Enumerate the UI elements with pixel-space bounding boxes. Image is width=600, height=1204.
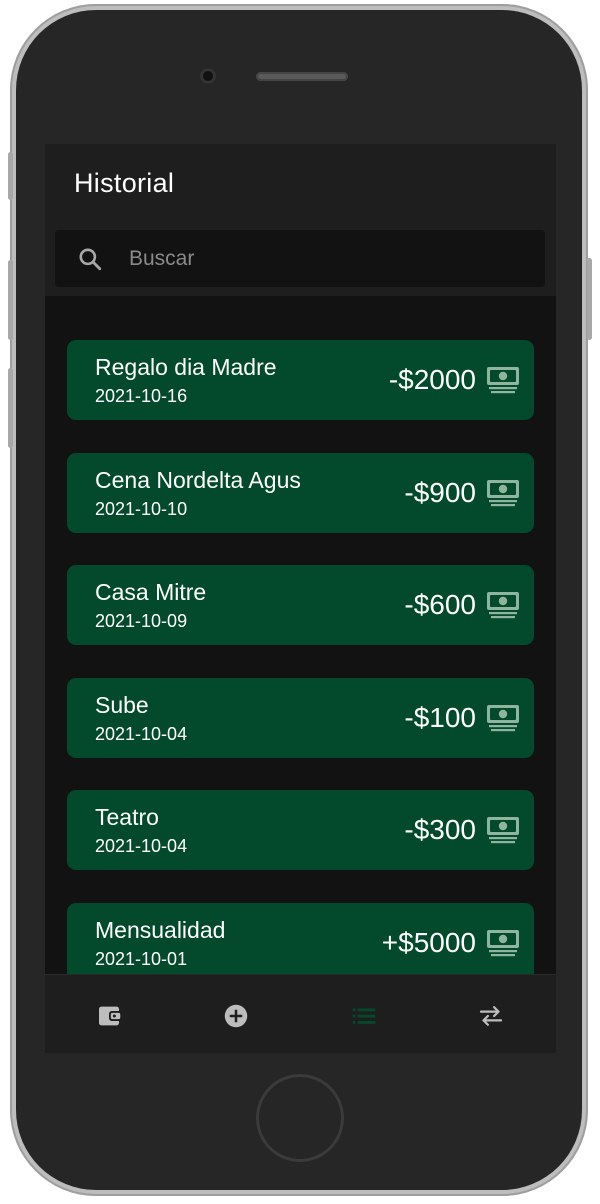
- transaction-card[interactable]: Regalo dia Madre 2021-10-16 -$2000: [67, 340, 534, 420]
- transaction-date: 2021-10-16: [95, 386, 188, 406]
- money-icon: [487, 930, 519, 957]
- transaction-card[interactable]: Cena Nordelta Agus 2021-10-10 -$900: [67, 452, 534, 533]
- home-button[interactable]: [256, 1074, 344, 1162]
- nav-transfer[interactable]: [427, 975, 554, 1053]
- nav-add[interactable]: [172, 975, 299, 1053]
- front-camera: [200, 68, 216, 84]
- transaction-title: Cena Nordelta Agus: [95, 466, 301, 493]
- wallet-icon: [99, 1006, 121, 1026]
- transaction-amount: -$2000: [388, 364, 476, 395]
- transaction-date: 2021-10-01: [95, 949, 188, 969]
- search-input[interactable]: [129, 230, 529, 287]
- list-icon: [352, 1008, 376, 1024]
- transaction-amount: +$5000: [381, 927, 476, 958]
- power-button: [587, 258, 592, 340]
- transaction-date: 2021-10-04: [95, 836, 188, 857]
- transaction-date: 2021-10-10: [95, 498, 188, 519]
- transaction-date: 2021-10-09: [95, 611, 188, 632]
- app-bar: Historial: [45, 144, 556, 296]
- transaction-amount: -$600: [404, 589, 476, 621]
- transaction-title: Mensualidad: [95, 917, 226, 943]
- money-icon: [487, 367, 519, 394]
- transaction-title: Teatro: [95, 804, 159, 831]
- mute-switch: [8, 152, 13, 200]
- money-icon: [487, 704, 519, 731]
- transaction-title: Regalo dia Madre: [95, 354, 277, 380]
- earpiece-speaker: [256, 72, 348, 81]
- money-icon: [487, 592, 519, 619]
- volume-up-button: [8, 260, 13, 340]
- app-screen: Historial Regalo dia Madre 2021-10-16 -$20…: [45, 144, 556, 1053]
- bottom-navigation: [45, 974, 556, 1053]
- transaction-amount: -$100: [404, 701, 476, 733]
- money-icon: [487, 817, 519, 844]
- volume-down-button: [8, 368, 13, 448]
- nav-history[interactable]: [300, 975, 427, 1053]
- transaction-title: Casa Mitre: [95, 579, 207, 606]
- transaction-title: Sube: [95, 691, 149, 718]
- page-title: Historial: [74, 168, 175, 198]
- swap-icon: [479, 1006, 503, 1026]
- nav-wallet[interactable]: [45, 975, 172, 1053]
- transaction-card[interactable]: Mensualidad 2021-10-01 +$5000: [67, 903, 534, 974]
- search-icon: [79, 248, 102, 271]
- search-bar[interactable]: [55, 230, 545, 287]
- transaction-card[interactable]: Sube 2021-10-04 -$100: [67, 677, 534, 758]
- money-icon: [487, 479, 519, 506]
- transaction-list[interactable]: Regalo dia Madre 2021-10-16 -$2000 Cena Nor…: [45, 296, 556, 974]
- transaction-card[interactable]: Teatro 2021-10-04 -$300: [67, 790, 534, 871]
- transaction-amount: -$300: [404, 814, 476, 846]
- transaction-date: 2021-10-04: [95, 723, 188, 744]
- transaction-amount: -$900: [404, 476, 476, 508]
- transaction-card[interactable]: Casa Mitre 2021-10-09 -$600: [67, 565, 534, 646]
- add-circle-icon: [224, 1004, 248, 1028]
